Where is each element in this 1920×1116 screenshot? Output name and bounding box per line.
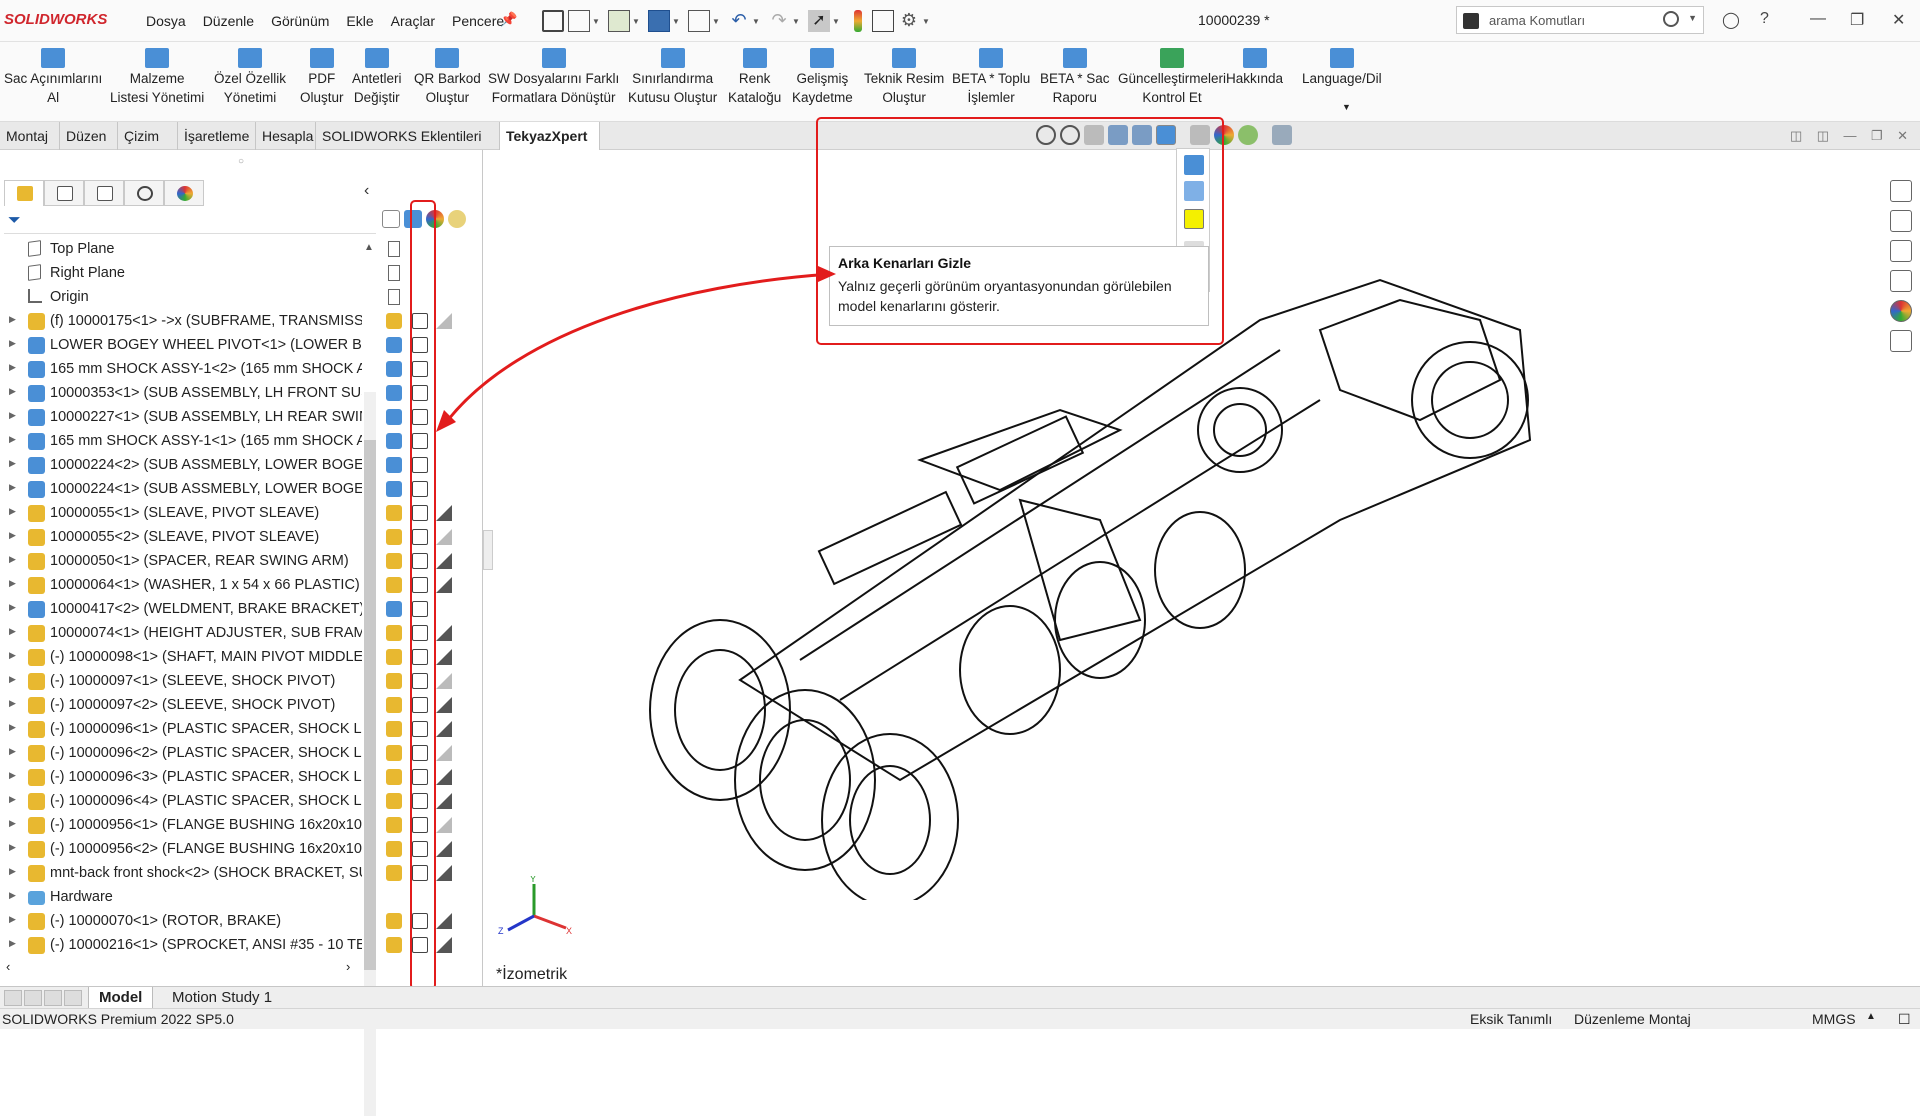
units-dropdown-icon[interactable]: ▲	[1866, 1011, 1876, 1022]
units-selector[interactable]: MMGS	[1812, 1011, 1856, 1027]
tab-navigation	[4, 990, 84, 1006]
notification-icon[interactable]: ☐	[1898, 1011, 1911, 1028]
tab-model[interactable]: Model	[88, 987, 154, 1009]
triad-x-label: X	[566, 926, 572, 936]
editing-status: Düzenleme Montaj	[1574, 1011, 1691, 1027]
coordinate-triad: Y X Z	[498, 876, 572, 936]
view-orientation-label: *İzometrik	[496, 966, 568, 983]
definition-status: Eksik Tanımlı	[1470, 1011, 1553, 1027]
triad-y-label: Y	[530, 876, 536, 884]
triad-z-label: Z	[498, 926, 504, 936]
next-tab-icon[interactable]	[44, 990, 62, 1006]
last-tab-icon[interactable]	[64, 990, 82, 1006]
assembly-model-isometric-view	[649, 278, 1532, 900]
status-bar: SOLIDWORKS Premium 2022 SP5.0 Eksik Tanı…	[0, 1008, 1920, 1029]
first-tab-icon[interactable]	[4, 990, 22, 1006]
bottom-tabs-bar: Model Motion Study 1	[0, 986, 1920, 1009]
panel-resize-handle[interactable]	[483, 530, 493, 570]
tab-motion-study-1[interactable]: Motion Study 1	[162, 987, 282, 1009]
prev-tab-icon[interactable]	[24, 990, 42, 1006]
version-label: SOLIDWORKS Premium 2022 SP5.0	[2, 1011, 234, 1027]
